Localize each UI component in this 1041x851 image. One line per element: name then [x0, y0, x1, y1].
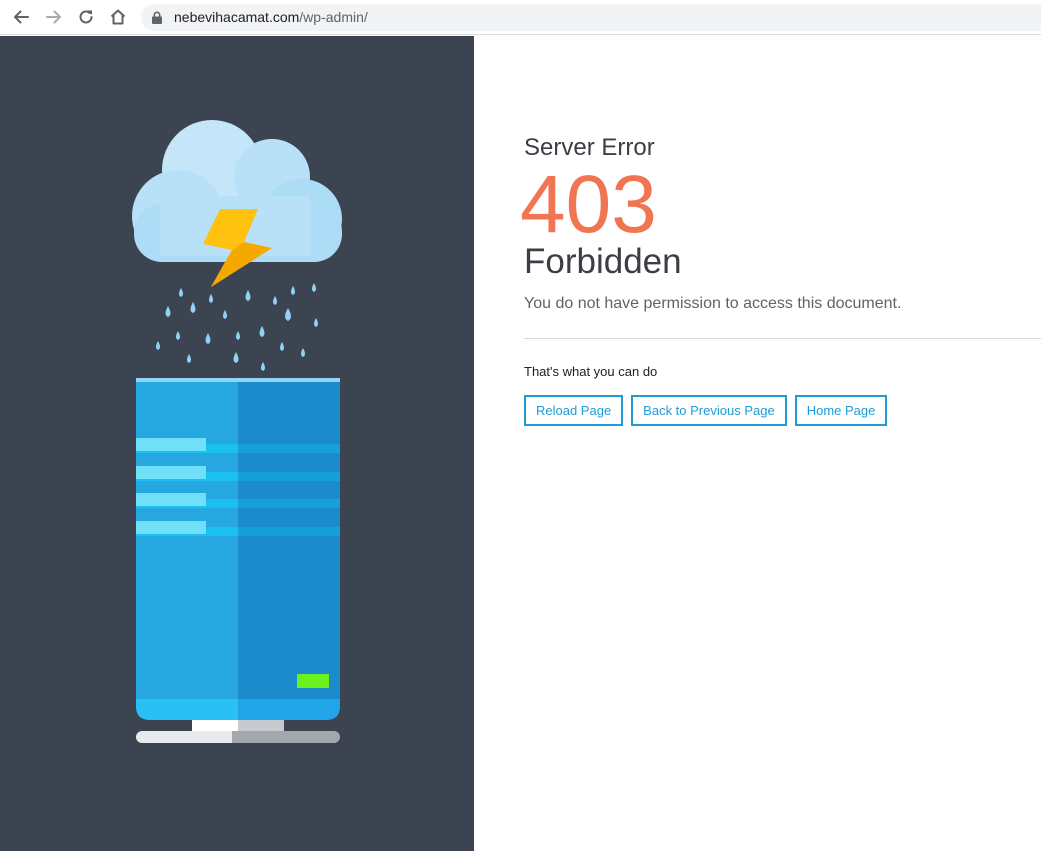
- forward-button[interactable]: [41, 4, 67, 30]
- arrow-left-icon: [14, 10, 29, 24]
- reload-page-button[interactable]: Reload Page: [524, 395, 624, 426]
- home-button[interactable]: [105, 4, 131, 30]
- address-bar[interactable]: nebevihacamat.com/wp-admin/: [141, 4, 1041, 31]
- rain-drops: [156, 283, 318, 371]
- illustration-panel: [0, 36, 474, 851]
- home-icon: [110, 9, 126, 25]
- lock-icon: [152, 11, 162, 24]
- back-to-previous-page-button[interactable]: Back to Previous Page: [631, 395, 787, 426]
- reload-button[interactable]: [73, 4, 99, 30]
- home-page-button[interactable]: Home Page: [794, 395, 888, 426]
- action-buttons: Reload Page Back to Previous Page Home P…: [524, 395, 888, 426]
- status-light: [297, 674, 329, 688]
- error-heading: Server Error: [524, 134, 655, 161]
- error-description: You do not have permission to access thi…: [524, 295, 902, 312]
- help-title: That's what you can do: [524, 364, 658, 379]
- error-content: Server Error 403 Forbidden You do not ha…: [520, 36, 1041, 851]
- browser-toolbar: nebevihacamat.com/wp-admin/: [0, 0, 1041, 35]
- divider: [524, 338, 1041, 339]
- server-icon: [136, 378, 340, 743]
- error-code: 403: [520, 159, 657, 250]
- error-status: Forbidden: [524, 242, 682, 281]
- url-text[interactable]: nebevihacamat.com/wp-admin/: [174, 9, 368, 26]
- url-path: /wp-admin/: [299, 9, 368, 25]
- url-host: nebevihacamat.com: [174, 9, 300, 25]
- arrow-right-icon: [46, 10, 61, 24]
- storm-server-illustration: [132, 120, 342, 743]
- back-button[interactable]: [8, 4, 34, 30]
- reload-icon: [79, 10, 93, 24]
